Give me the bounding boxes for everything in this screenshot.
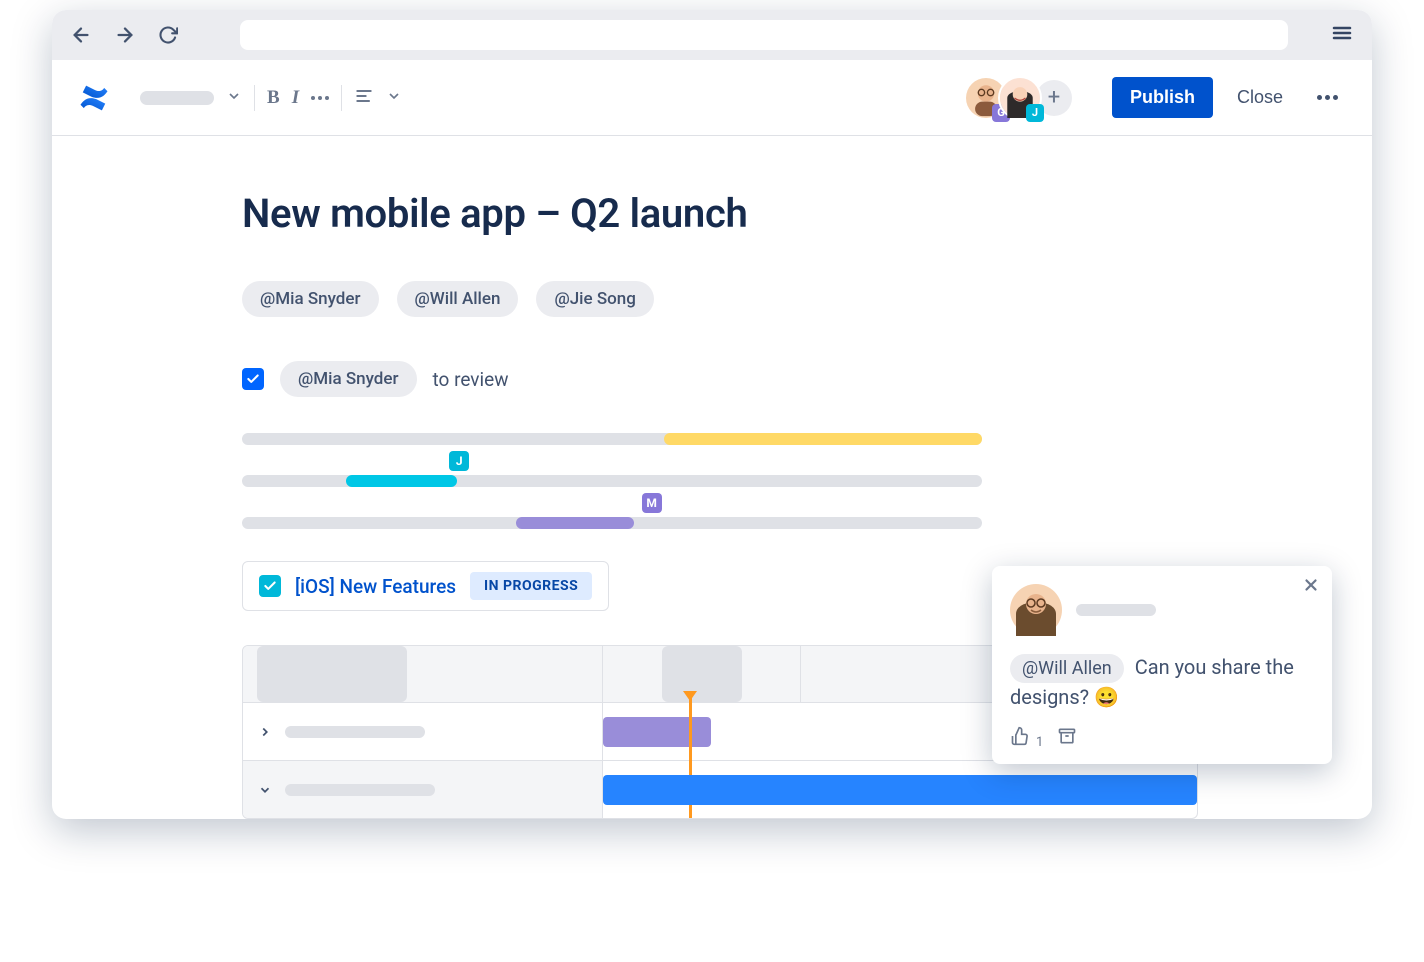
comment-popover: @Will Allen Can you share the designs? 😀… [992,566,1332,764]
collapse-toggle[interactable] [257,782,273,798]
plus-icon: + [1048,85,1060,110]
avatar[interactable]: J [998,76,1042,120]
like-count: 1 [1036,735,1043,750]
close-button[interactable]: Close [1221,77,1299,118]
hamburger-menu-icon[interactable] [1330,21,1354,49]
reload-button[interactable] [158,25,178,45]
gantt-bar[interactable] [603,775,1197,805]
task-item[interactable]: @Mia Snyder to review [242,361,1202,397]
more-actions-button[interactable] [1307,85,1348,110]
presence-avatars: G J + [964,76,1072,120]
placeholder-bar [1076,604,1156,616]
editor-toolbar: B I G J + Publish Close [52,60,1372,136]
avatar-badge: J [1026,104,1044,122]
forward-button[interactable] [114,24,136,46]
close-icon[interactable] [1302,576,1320,598]
gantt-bar[interactable] [603,717,711,747]
mention-chip[interactable]: @Jie Song [536,281,653,317]
timeline-segment[interactable] [664,433,982,445]
mention-chip[interactable]: @Mia Snyder [280,361,417,397]
toolbar-divider [341,85,342,111]
status-lozenge: IN PROGRESS [470,572,592,600]
issue-title: [iOS] New Features [295,575,456,598]
issue-type-icon [259,575,281,597]
placeholder-bar [285,726,425,738]
back-button[interactable] [70,24,92,46]
toolbar-divider [254,85,255,111]
timeline-track [242,433,982,445]
italic-button[interactable]: I [292,87,299,109]
timeline-tag: J [449,451,469,471]
expand-toggle[interactable] [257,724,273,740]
mention-chip[interactable]: @Will Allen [1010,654,1124,683]
timeline-track: J [242,475,982,487]
align-dropdown[interactable] [354,86,402,110]
more-formatting-button[interactable] [311,96,329,100]
url-bar[interactable] [240,20,1288,50]
chevron-down-icon [386,88,402,108]
timeline-segment[interactable] [516,517,634,529]
text-style-dropdown[interactable] [140,88,242,108]
page-title[interactable]: New mobile app – Q2 launch [242,190,1202,237]
avatar [1010,584,1062,636]
mention-chips: @Mia Snyder @Will Allen @Jie Song [242,281,1202,317]
chevron-down-icon [226,88,242,108]
archive-button[interactable] [1057,726,1077,750]
task-text: to review [433,368,509,391]
confluence-logo-icon [76,80,112,116]
checkbox-icon[interactable] [242,368,264,390]
placeholder-bar [285,784,435,796]
placeholder-bar [140,91,214,105]
timeline-track: M [242,517,982,529]
bold-button[interactable]: B [267,87,280,109]
mention-chip[interactable]: @Will Allen [397,281,519,317]
jira-issue-card[interactable]: [iOS] New Features IN PROGRESS [242,561,609,611]
placeholder-bar [257,646,407,702]
timeline-segment[interactable] [346,475,457,487]
like-button[interactable]: 1 [1010,726,1043,750]
mention-chip[interactable]: @Mia Snyder [242,281,379,317]
browser-chrome [52,10,1372,60]
publish-button[interactable]: Publish [1112,77,1213,118]
timeline-tag: M [642,493,662,513]
placeholder-bar [662,646,742,702]
align-left-icon [354,86,374,110]
comment-body: @Will Allen Can you share the designs? 😀 [1010,652,1314,712]
